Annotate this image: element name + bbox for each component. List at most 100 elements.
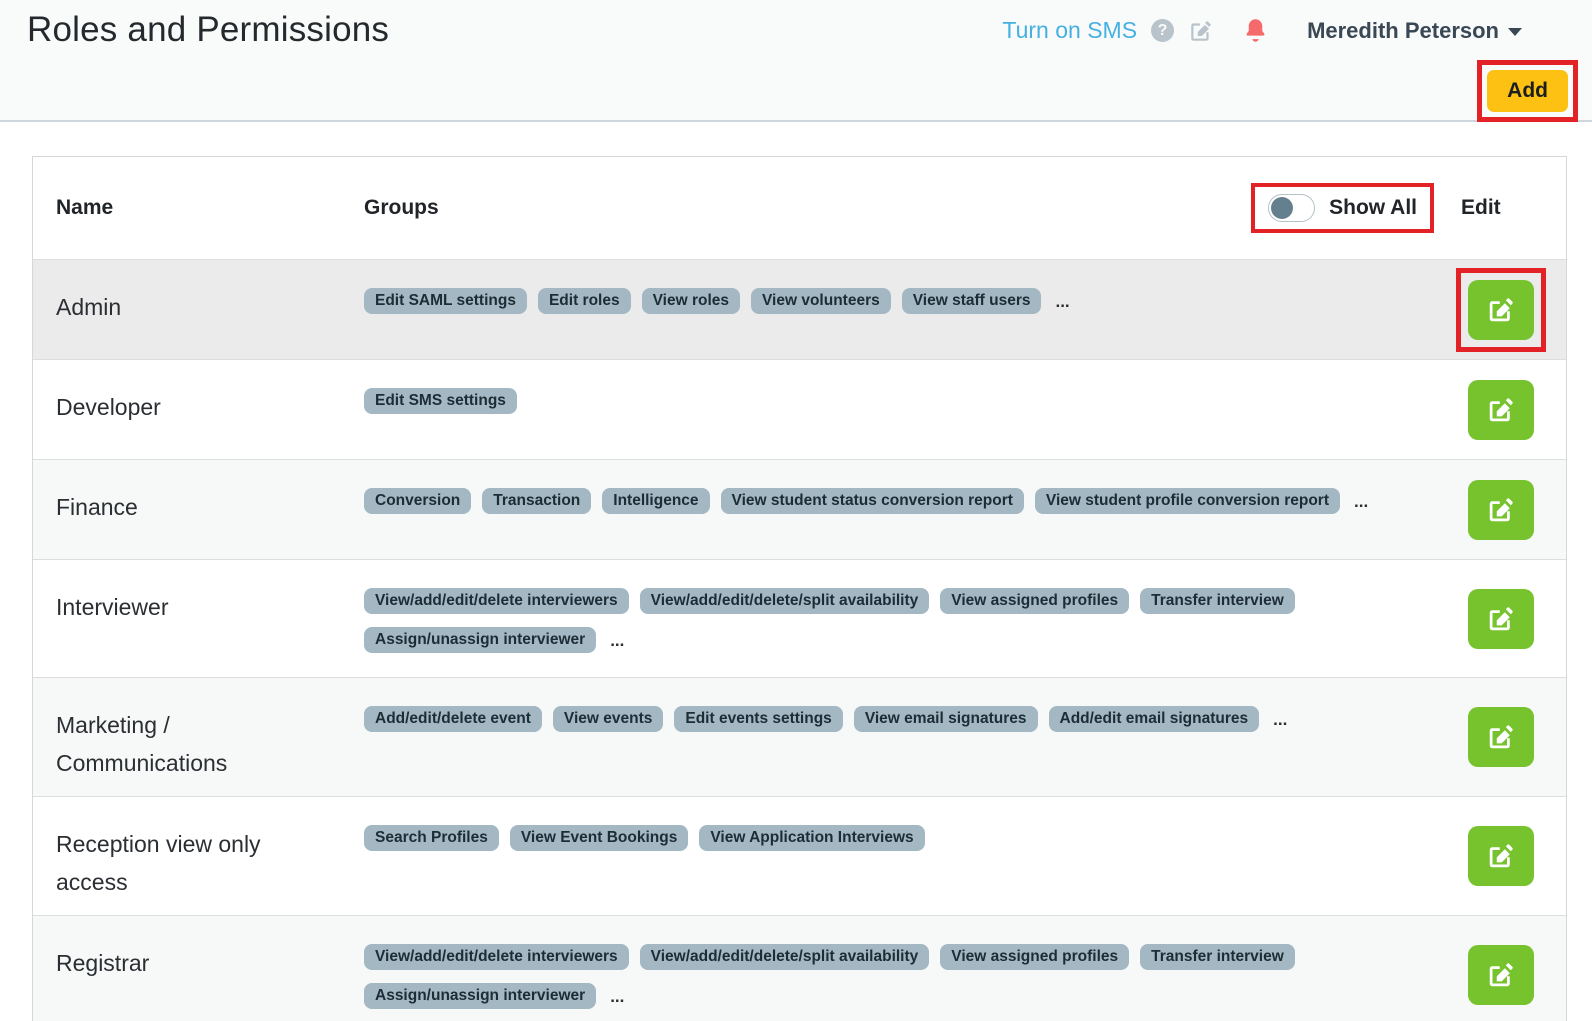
permission-group-badge: View/add/edit/delete interviewers — [364, 588, 629, 614]
add-button-highlight-box: Add — [1477, 60, 1578, 122]
permission-group-badge: Add/edit email signatures — [1048, 706, 1260, 732]
edit-role-button[interactable] — [1468, 588, 1534, 649]
table-row: Developer Edit SMS settings — [33, 359, 1566, 459]
column-header-groups: Groups Show All — [341, 157, 1436, 259]
role-name: Finance — [56, 494, 138, 520]
role-groups: Add/edit/delete event View events Edit eve… — [341, 678, 1436, 796]
edit-role-button[interactable] — [1468, 479, 1534, 540]
edit-pencil-icon — [1489, 725, 1513, 749]
edit-role-button[interactable] — [1468, 279, 1534, 340]
permission-group-badge: Transfer interview — [1140, 944, 1295, 970]
permission-group-badge: View student status conversion report — [720, 488, 1024, 514]
permission-group-badge: View Event Bookings — [509, 825, 689, 851]
permission-group-badge: Edit SMS settings — [364, 388, 517, 414]
edit-pencil-icon — [1489, 297, 1513, 321]
edit-role-button[interactable] — [1468, 379, 1534, 440]
edit-pencil-icon — [1489, 606, 1513, 630]
role-name: Registrar — [56, 950, 150, 976]
add-button[interactable]: Add — [1487, 70, 1568, 112]
more-groups-ellipsis: ... — [1354, 491, 1369, 511]
role-groups: Conversion Transaction Intelligence View st… — [341, 460, 1436, 559]
role-edit-cell — [1436, 360, 1566, 459]
table-body: Admin Edit SAML settings Edit roles View ro… — [33, 259, 1566, 1021]
permission-group-badge: View/add/edit/delete/split availability — [639, 944, 930, 970]
permission-group-badge: Assign/unassign interviewer — [364, 627, 597, 653]
toggle-knob — [1271, 197, 1294, 219]
role-name: Reception view only access — [56, 831, 261, 895]
table-row: Admin Edit SAML settings Edit roles View ro… — [33, 259, 1566, 359]
permission-group-badge: Conversion — [364, 488, 472, 514]
table-row: Finance Conversion Transaction Intelligence… — [33, 459, 1566, 559]
roles-table: Name Groups Show All Edit Admin Edit SAML… — [32, 156, 1567, 1021]
more-groups-ellipsis: ... — [610, 986, 625, 1006]
chevron-down-icon — [1508, 28, 1522, 36]
permission-group-badge: View/add/edit/delete/split availability — [639, 588, 930, 614]
top-bar-actions: Turn on SMS ? Meredith Peterson — [1002, 16, 1522, 45]
edit-pencil-icon — [1489, 962, 1513, 986]
column-header-name: Name — [56, 196, 114, 219]
permission-group-badge: View events — [552, 706, 664, 732]
table-row: Marketing / Communications Add/edit/delet… — [33, 677, 1566, 796]
permission-group-badge: View student profile conversion report — [1034, 488, 1340, 514]
edit-sms-icon[interactable] — [1188, 18, 1214, 44]
groups-header-label: Groups — [364, 196, 439, 219]
edit-pencil-icon — [1489, 397, 1513, 421]
role-edit-cell — [1436, 916, 1566, 1021]
show-all-highlight-box: Show All — [1251, 183, 1434, 233]
permission-group-badge: Edit roles — [537, 288, 631, 314]
permission-group-badge: Search Profiles — [364, 825, 499, 851]
role-name: Interviewer — [56, 594, 169, 620]
table-row: Interviewer View/add/edit/delete intervie… — [33, 559, 1566, 677]
notifications-bell-icon[interactable] — [1242, 16, 1269, 45]
table-header-row: Name Groups Show All Edit — [33, 157, 1566, 259]
role-edit-cell — [1436, 797, 1566, 915]
permission-group-badge: Intelligence — [602, 488, 710, 514]
page-title: Roles and Permissions — [27, 10, 390, 49]
role-groups: View/add/edit/delete interviewers View/ad… — [341, 916, 1436, 1021]
permission-group-badge: View assigned profiles — [940, 588, 1130, 614]
permission-group-badge: Edit events settings — [674, 706, 843, 732]
permission-group-badge: Edit SAML settings — [364, 288, 527, 314]
permission-group-badge: Transfer interview — [1140, 588, 1295, 614]
edit-pencil-icon — [1489, 844, 1513, 868]
role-groups: Search Profiles View Event Bookings View A… — [341, 797, 1436, 915]
role-edit-cell — [1436, 460, 1566, 559]
edit-button-highlight-box — [1456, 267, 1546, 352]
more-groups-ellipsis: ... — [610, 630, 625, 650]
help-icon[interactable]: ? — [1151, 19, 1175, 42]
role-name: Developer — [56, 394, 161, 420]
permission-group-badge: View email signatures — [853, 706, 1038, 732]
role-edit-cell — [1436, 560, 1566, 677]
edit-role-button[interactable] — [1468, 707, 1534, 767]
role-groups: Edit SAML settings Edit roles View roles Vi… — [341, 260, 1436, 359]
role-name: Marketing / Communications — [56, 712, 228, 776]
edit-role-button[interactable] — [1468, 944, 1534, 1005]
show-all-label: Show All — [1329, 196, 1417, 219]
edit-role-button[interactable] — [1468, 826, 1534, 886]
permission-group-badge: View/add/edit/delete interviewers — [364, 944, 629, 970]
permission-group-badge: View volunteers — [751, 288, 891, 314]
permission-group-badge: View Application Interviews — [699, 825, 925, 851]
edit-pencil-icon — [1489, 497, 1513, 521]
table-row: Reception view only access Search Profile… — [33, 796, 1566, 915]
permission-group-badge: View staff users — [901, 288, 1042, 314]
role-edit-cell — [1436, 678, 1566, 796]
role-groups: View/add/edit/delete interviewers View/ad… — [341, 560, 1436, 677]
role-edit-cell — [1436, 260, 1566, 359]
more-groups-ellipsis: ... — [1055, 291, 1070, 311]
top-bar: Roles and Permissions Turn on SMS ? Mere… — [0, 0, 1592, 122]
user-name: Meredith Peterson — [1307, 17, 1499, 43]
more-groups-ellipsis: ... — [1273, 709, 1288, 729]
turn-on-sms-link[interactable]: Turn on SMS — [1002, 17, 1137, 44]
column-header-edit: Edit — [1461, 196, 1501, 219]
permission-group-badge: Assign/unassign interviewer — [364, 983, 597, 1009]
permission-group-badge: View assigned profiles — [940, 944, 1130, 970]
permission-group-badge: Transaction — [482, 488, 592, 514]
permission-group-badge: View roles — [641, 288, 740, 314]
table-row: Registrar View/add/edit/delete interviewe… — [33, 915, 1566, 1021]
role-groups: Edit SMS settings — [341, 360, 1436, 459]
role-name: Admin — [56, 294, 122, 320]
user-menu[interactable]: Meredith Peterson — [1307, 18, 1522, 44]
show-all-toggle[interactable] — [1268, 194, 1316, 222]
permission-group-badge: Add/edit/delete event — [364, 706, 542, 732]
